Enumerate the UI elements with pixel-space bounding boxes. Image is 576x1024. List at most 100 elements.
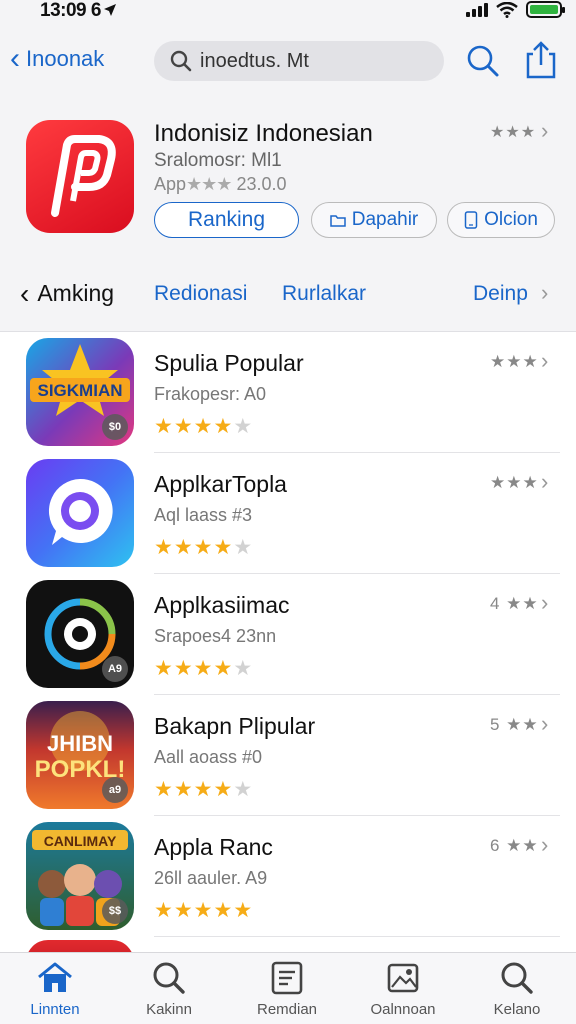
list-item[interactable]: SIGKMIAN $0 Spulia Popular Frakopesr: A0… xyxy=(0,332,576,453)
item-rank: 4 ★★ xyxy=(490,594,539,613)
chevron-right-icon: › xyxy=(541,832,549,857)
star-icon: ★ xyxy=(193,778,214,801)
star-icon: ★ xyxy=(193,415,214,438)
item-title: Applkasiimac xyxy=(154,592,290,618)
star-icon: ★ xyxy=(233,899,254,922)
category-segments: ‹ Amking Redionasi Rurlalkar Deinp › xyxy=(0,252,576,332)
item-title: Appla Ranc xyxy=(154,834,273,860)
location-arrow-icon xyxy=(103,4,116,16)
item-title: ApplkarTopla xyxy=(154,471,287,497)
svg-text:JHIBN: JHIBN xyxy=(47,731,113,756)
star-icon: ★ xyxy=(154,415,174,438)
list-item[interactable]: CANLIMAY $$ Appla Ranc 26ll aauler. A9 ★… xyxy=(0,816,576,937)
item-title: Spulia Popular xyxy=(154,350,304,376)
cellular-signal-icon xyxy=(466,2,488,17)
chevron-right-icon[interactable]: › xyxy=(541,280,548,306)
item-rank: ★★★ xyxy=(490,352,539,371)
star-icon: ★ xyxy=(233,778,254,801)
svg-text:SIGKMIAN: SIGKMIAN xyxy=(38,381,123,400)
item-badge: a9 xyxy=(102,777,128,803)
star-icon: ★ xyxy=(193,657,214,680)
app-subtitle: Sralomosr: Ml1 xyxy=(154,150,282,171)
star-icon: ★ xyxy=(213,657,234,680)
tab-label: Kelano xyxy=(493,1001,541,1018)
item-rank: 6 ★★ xyxy=(490,836,539,855)
document-icon xyxy=(271,961,303,995)
tab-documents[interactable]: Remdian xyxy=(232,961,342,1023)
segment-tab-2[interactable]: Rurlalkar xyxy=(282,282,366,306)
search-icon xyxy=(170,50,192,72)
battery-icon xyxy=(526,1,565,18)
star-icon: ★ xyxy=(154,778,174,801)
star-icon: ★ xyxy=(233,536,254,559)
chevron-left-icon: ‹ xyxy=(10,42,20,75)
chevron-left-icon: ‹ xyxy=(20,277,30,309)
item-title: Bakapn Plipular xyxy=(154,713,316,739)
app-rating: ★★★ xyxy=(490,124,537,141)
search-icon xyxy=(501,962,533,994)
app-title: Indonisiz Indonesian xyxy=(154,120,373,147)
star-icon: ★ xyxy=(213,415,234,438)
poster-game-icon: JHIBN POPKL! a9 xyxy=(26,701,134,809)
back-button[interactable]: ‹ Inoonak xyxy=(10,42,104,75)
chat-bubble-icon xyxy=(26,459,134,567)
item-badge: $$ xyxy=(102,898,128,924)
status-bar: 13:09 6 xyxy=(0,0,576,22)
chevron-right-icon[interactable]: › xyxy=(541,118,548,144)
list-item[interactable]: JHIBN POPKL! a9 Bakapn Plipular Aall aoa… xyxy=(0,695,576,816)
search-button-icon[interactable] xyxy=(466,44,500,78)
app-logo-icon[interactable] xyxy=(26,120,134,233)
star-icon: ★ xyxy=(193,536,214,559)
star-icon: ★ xyxy=(173,415,194,438)
tab-search-2[interactable]: Kelano xyxy=(462,961,572,1023)
segment-back-button[interactable]: ‹ Amking xyxy=(20,277,114,309)
search-bar[interactable] xyxy=(154,41,444,81)
star-rating: ★★★★★ xyxy=(154,414,253,439)
tab-search[interactable]: Kakinn xyxy=(114,961,224,1023)
item-subtitle: Aql laass #3 xyxy=(154,505,253,525)
star-icon: ★ xyxy=(173,536,194,559)
item-badge: $0 xyxy=(102,414,128,440)
item-subtitle: Aall aoass #0 xyxy=(154,747,263,767)
tab-label: Kakinn xyxy=(146,1001,192,1018)
ranking-button[interactable]: Ranking xyxy=(154,202,299,238)
partial-app-icon xyxy=(26,940,134,952)
search-input[interactable] xyxy=(200,49,430,73)
chevron-right-icon: › xyxy=(541,348,549,373)
tab-label: Linnten xyxy=(30,1001,80,1018)
star-rating: ★★★★★ xyxy=(154,535,253,560)
chevron-right-icon: › xyxy=(541,711,549,736)
app-meta-stars: ★★★ xyxy=(186,174,232,194)
olcion-button[interactable]: Olcion xyxy=(447,202,555,238)
search-icon xyxy=(153,962,185,994)
segment-tab-1[interactable]: Redionasi xyxy=(154,282,247,306)
share-icon[interactable] xyxy=(524,40,558,80)
phone-icon xyxy=(464,211,478,229)
star-rating: ★★★★★ xyxy=(154,898,253,923)
dapahir-button[interactable]: Dapahir xyxy=(311,202,437,238)
tab-home[interactable]: Linnten xyxy=(0,961,110,1023)
star-rating: ★★★★★ xyxy=(154,656,253,681)
star-icon: ★ xyxy=(233,657,254,680)
app-ranking-list: SIGKMIAN $0 Spulia Popular Frakopesr: A0… xyxy=(0,332,576,952)
star-icon: ★ xyxy=(154,536,174,559)
app-meta: App★★★ 23.0.0 xyxy=(154,174,287,194)
chevron-right-icon: › xyxy=(541,590,549,615)
list-item[interactable]: A9 Applkasiimac Srapoes4 23nn ★★★★★ 4 ★★… xyxy=(0,574,576,695)
star-icon: ★ xyxy=(213,778,234,801)
tab-media[interactable]: Oalnnoan xyxy=(348,961,458,1023)
segment-tab-3[interactable]: Deinp xyxy=(473,282,528,306)
star-icon: ★ xyxy=(233,415,254,438)
list-item[interactable]: ApplkarTopla Aql laass #3 ★★★★★ ★★★ › xyxy=(0,453,576,574)
status-time: 13:09 6 xyxy=(40,0,117,22)
svg-text:CANLIMAY: CANLIMAY xyxy=(44,833,117,849)
star-icon: ★ xyxy=(154,899,174,922)
sync-circle-icon: A9 xyxy=(26,580,134,688)
app-header: Indonisiz Indonesian Sralomosr: Ml1 App★… xyxy=(0,100,576,252)
image-icon xyxy=(387,963,419,993)
star-icon: ★ xyxy=(154,657,174,680)
star-rating: ★★★★★ xyxy=(154,777,253,802)
item-badge: A9 xyxy=(102,656,128,682)
navigation-bar: ‹ Inoonak xyxy=(0,22,576,100)
star-icon: ★ xyxy=(193,899,214,922)
